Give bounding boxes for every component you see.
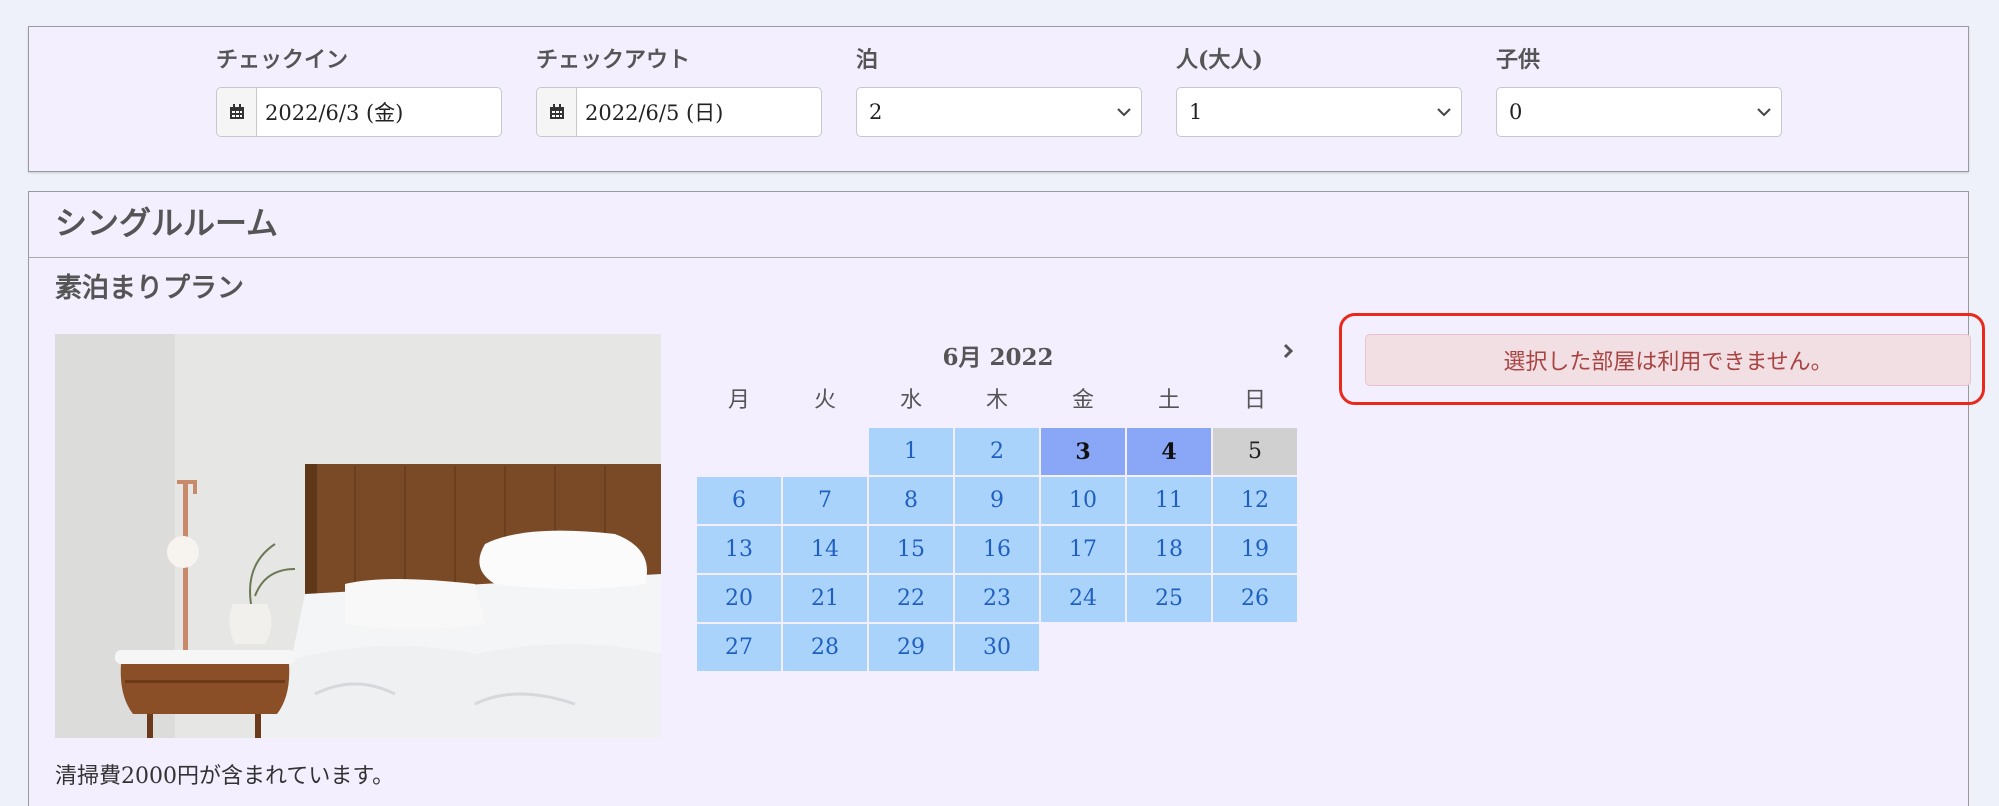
checkout-field: チェックアウト 2022/6/5 (日) [536,45,822,137]
calendar-blank [783,428,867,475]
calendar-day[interactable]: 22 [869,575,953,622]
calendar-header: 6月 2022 [697,328,1299,376]
calendar-day[interactable]: 17 [1041,526,1125,573]
calendar-day-selected[interactable]: 4 [1127,428,1211,475]
checkout-input[interactable]: 2022/6/5 (日) [536,87,822,137]
checkin-field: チェックイン 2022/6/3 (金) [216,45,502,137]
weekday-header: 土 [1157,388,1180,413]
checkin-label: チェックイン [216,47,349,73]
next-month-button[interactable] [1275,338,1301,364]
calendar-day[interactable]: 21 [783,575,867,622]
checkin-value: 2022/6/3 (金) [265,101,404,125]
alert-message: 選択した部屋は利用できません。 [1503,350,1833,375]
calendar-day[interactable]: 20 [697,575,781,622]
calendar-day[interactable]: 30 [955,624,1039,671]
calendar-day[interactable]: 23 [955,575,1039,622]
calendar-day[interactable]: 26 [1213,575,1297,622]
checkout-label: チェックアウト [536,47,691,73]
calendar-day[interactable]: 2 [955,428,1039,475]
calendar-weekdays: 月火水木金土日 [697,376,1299,426]
nights-select[interactable]: 2 [856,87,1142,137]
children-select[interactable]: 0 [1496,87,1782,137]
chevron-right-icon [1283,343,1293,359]
calendar-blank [697,428,781,475]
chevron-down-icon [1427,107,1461,117]
availability-calendar: 6月 2022 月火水木金土日 1 2 3 4 5 6 7 8 9 10 11 12 13 14 15 16 1… [697,328,1299,671]
adults-label: 人(大人) [1176,47,1263,73]
adults-field: 人(大人) 1 [1176,45,1462,137]
chevron-down-icon [1747,107,1781,117]
calendar-icon [537,88,577,136]
calendar-day[interactable]: 6 [697,477,781,524]
calendar-day[interactable]: 11 [1127,477,1211,524]
adults-select[interactable]: 1 [1176,87,1462,137]
calendar-day[interactable]: 8 [869,477,953,524]
calendar-day[interactable]: 14 [783,526,867,573]
checkout-value: 2022/6/5 (日) [585,101,724,125]
calendar-day[interactable]: 18 [1127,526,1211,573]
calendar-day[interactable]: 27 [697,624,781,671]
calendar-day[interactable]: 12 [1213,477,1297,524]
calendar-day[interactable]: 25 [1127,575,1211,622]
children-field: 子供 0 [1496,45,1782,137]
calendar-day[interactable]: 28 [783,624,867,671]
weekday-header: 日 [1243,388,1266,413]
children-value: 0 [1509,100,1523,124]
calendar-icon [217,88,257,136]
fee-note: 清掃費2000円が含まれています。 [55,764,395,789]
weekday-header: 月 [727,388,750,413]
checkin-input[interactable]: 2022/6/3 (金) [216,87,502,137]
adults-value: 1 [1189,100,1203,124]
calendar-day[interactable]: 13 [697,526,781,573]
calendar-day[interactable]: 9 [955,477,1039,524]
nights-field: 泊 2 [856,45,1142,137]
weekday-header: 金 [1071,388,1094,413]
nights-label: 泊 [856,47,879,73]
weekday-header: 水 [899,388,922,413]
children-label: 子供 [1496,47,1541,73]
calendar-day-checkin[interactable]: 3 [1041,428,1125,475]
room-unavailable-alert: 選択した部屋は利用できません。 [1365,334,1971,386]
calendar-day[interactable]: 16 [955,526,1039,573]
room-title: シングルルーム [29,192,1968,258]
chevron-down-icon [1107,107,1141,117]
plan-title: 素泊まりプラン [55,273,244,304]
calendar-day[interactable]: 7 [783,477,867,524]
calendar-day[interactable]: 24 [1041,575,1125,622]
weekday-header: 火 [813,388,836,413]
calendar-month-label: 6月 2022 [942,344,1054,371]
search-panel: チェックイン 2022/6/3 (金) チェックアウト 2022/6/5 (日)… [28,26,1969,172]
calendar-day[interactable]: 19 [1213,526,1297,573]
calendar-day-checkout[interactable]: 5 [1213,428,1297,475]
nights-value: 2 [869,100,883,124]
room-panel: シングルルーム 素泊まりプラン 清掃費2000円が含まれています。 6月 202… [28,191,1985,806]
calendar-day[interactable]: 1 [869,428,953,475]
calendar-day[interactable]: 29 [869,624,953,671]
calendar-days: 1 2 3 4 5 6 7 8 9 10 11 12 13 14 15 16 17 18 19 20 21 22 23 24 2… [697,428,1299,671]
weekday-header: 木 [985,388,1008,413]
calendar-day[interactable]: 10 [1041,477,1125,524]
room-photo [55,334,661,738]
calendar-day[interactable]: 15 [869,526,953,573]
